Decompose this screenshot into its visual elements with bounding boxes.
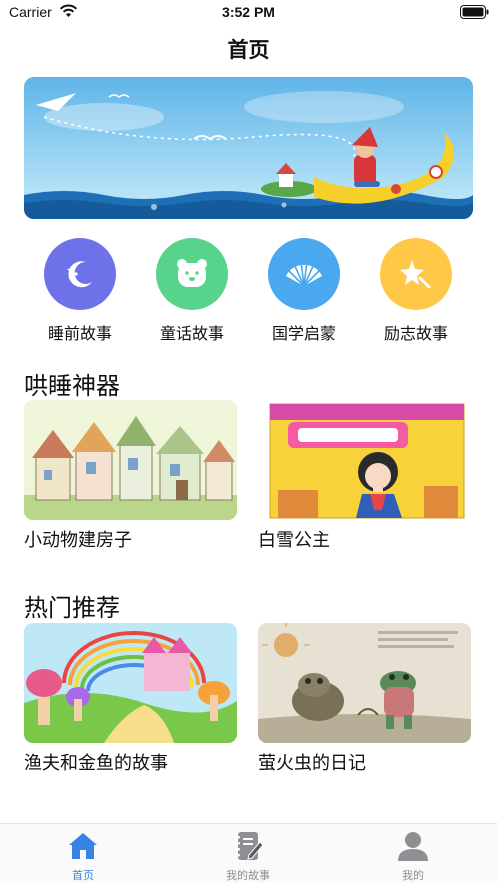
tab-me[interactable]: 我的 (353, 829, 473, 883)
battery-icon (460, 5, 489, 19)
shell-icon (286, 260, 322, 287)
story-card[interactable]: 白雪公主 (258, 400, 471, 552)
category-label: 国学启蒙 (271, 324, 336, 343)
story-card[interactable]: 小动物建房子 (24, 400, 237, 552)
category-label: 睡前故事 (47, 324, 112, 343)
story-cover (24, 623, 237, 743)
home-icon (69, 833, 97, 859)
status-bar: Carrier 3:52 PM (0, 0, 497, 26)
story-title: 渔夫和金鱼的故事 (24, 753, 168, 774)
sparkle-icon (400, 260, 431, 289)
banner-illustration (24, 77, 473, 219)
category-chinese-classics[interactable]: 国学启蒙 (256, 238, 352, 344)
category-label: 励志故事 (383, 324, 448, 343)
story-title: 小动物建房子 (24, 530, 132, 551)
category-circle (380, 238, 452, 310)
tab-home[interactable]: 首页 (23, 829, 143, 883)
status-time: 3:52 PM (222, 4, 275, 20)
snow-white-illustration (258, 400, 471, 520)
story-cover (24, 400, 237, 520)
section-title-recommended: 热门推荐 (24, 594, 120, 622)
frogs-illustration (258, 623, 471, 743)
person-icon (398, 832, 428, 861)
section-title-sleep-aid: 哄睡神器 (24, 372, 120, 400)
bear-face-icon (177, 259, 207, 287)
story-title: 萤火虫的日记 (258, 753, 366, 774)
houses-illustration (24, 400, 237, 520)
category-label: 童话故事 (159, 324, 224, 343)
category-circle (156, 238, 228, 310)
category-fairy-tales[interactable]: 童话故事 (144, 238, 240, 344)
notebook-icon (235, 832, 264, 860)
tab-bar: 首页 我的故事 我的 (0, 823, 497, 883)
category-inspirational[interactable]: 励志故事 (368, 238, 464, 344)
story-title: 白雪公主 (258, 530, 330, 551)
tab-my-stories[interactable]: 我的故事 (188, 829, 308, 883)
category-circle (268, 238, 340, 310)
category-circle (44, 238, 116, 310)
story-cover (258, 623, 471, 743)
tab-label: 我的 (402, 869, 424, 882)
tab-label: 我的故事 (226, 869, 270, 882)
story-card[interactable]: 萤火虫的日记 (258, 623, 471, 775)
page-title: 首页 (227, 38, 270, 62)
category-bedtime-stories[interactable]: 睡前故事 (32, 238, 128, 344)
candyland-illustration (24, 623, 237, 743)
home-banner[interactable] (24, 77, 473, 219)
moon-stars-icon (67, 261, 92, 288)
tab-label: 首页 (72, 869, 94, 882)
story-card[interactable]: 渔夫和金鱼的故事 (24, 623, 237, 775)
story-cover (258, 400, 471, 520)
